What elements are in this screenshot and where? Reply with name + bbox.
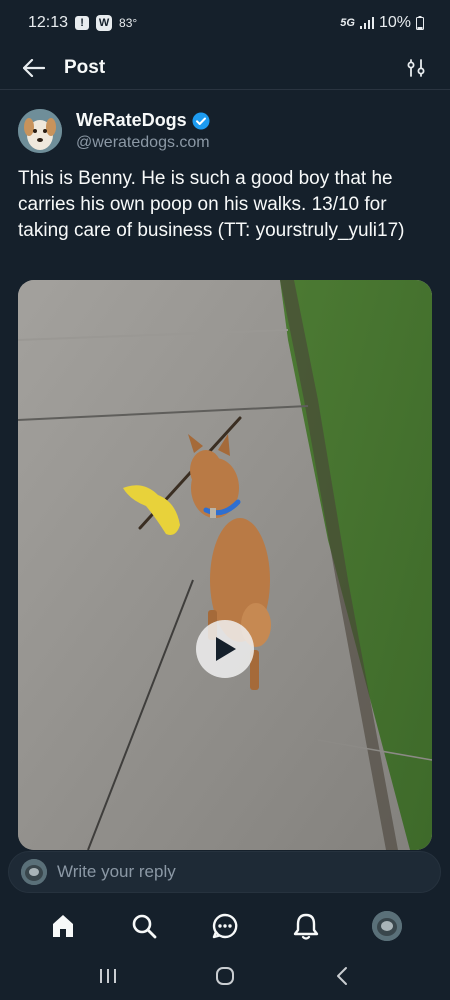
- messages-icon: [212, 913, 238, 939]
- play-icon: [216, 637, 236, 661]
- home-circle-icon: [215, 967, 234, 985]
- author-avatar[interactable]: [18, 109, 62, 153]
- alert-icon: !: [75, 16, 90, 30]
- nav-home[interactable]: [41, 904, 85, 948]
- system-nav: [0, 952, 450, 1000]
- page-title: Post: [64, 56, 106, 78]
- battery-percent: 10%: [378, 14, 411, 31]
- weather-app-icon: W: [96, 15, 113, 31]
- profile-avatar: [372, 911, 403, 941]
- author-handle[interactable]: @weratedogs.com: [76, 134, 210, 152]
- arrow-left-icon: [23, 58, 45, 77]
- status-time: 12:13: [28, 14, 69, 31]
- author-text: WeRateDogs @weratedogs.com: [76, 110, 210, 152]
- recent-apps-icon: [100, 969, 117, 983]
- author-name[interactable]: WeRateDogs: [76, 110, 187, 131]
- back-button[interactable]: [20, 54, 48, 82]
- post-header: Post: [0, 46, 450, 90]
- user-avatar-image: [21, 859, 47, 885]
- dog-avatar-image: [18, 109, 62, 153]
- video-thumbnail: [18, 280, 432, 850]
- reply-input[interactable]: [57, 862, 428, 882]
- nav-profile[interactable]: [365, 904, 409, 948]
- recent-apps-button[interactable]: [88, 956, 128, 996]
- network-type: 5G: [340, 17, 355, 29]
- profile-avatar-image: [372, 911, 403, 941]
- home-icon: [52, 915, 73, 937]
- verified-badge-icon: [192, 112, 210, 129]
- author-name-row: WeRateDogs: [76, 110, 210, 131]
- nav-notifications[interactable]: [284, 904, 328, 948]
- back-chevron-icon: [336, 967, 347, 985]
- signal-icon: [359, 17, 374, 29]
- nav-messages[interactable]: [203, 904, 247, 948]
- reply-bar: [8, 851, 441, 893]
- tweet-video[interactable]: [18, 280, 432, 850]
- battery-icon: [416, 16, 424, 30]
- system-home-button[interactable]: [205, 956, 245, 996]
- nav-search[interactable]: [122, 904, 166, 948]
- search-icon: [132, 914, 157, 939]
- settings-button[interactable]: [402, 54, 430, 82]
- user-avatar: [21, 859, 47, 885]
- system-back-button[interactable]: [322, 956, 362, 996]
- tweet-author[interactable]: WeRateDogs @weratedogs.com: [18, 107, 432, 155]
- status-bar: 12:13 ! W 83° 5G 10%: [0, 0, 450, 46]
- status-right: 5G 10%: [340, 14, 424, 32]
- status-left: 12:13 ! W 83°: [28, 14, 137, 32]
- play-button[interactable]: [196, 620, 254, 678]
- temperature: 83°: [119, 16, 138, 30]
- sliders-icon: [407, 58, 425, 77]
- notifications-icon: [293, 913, 319, 940]
- bottom-nav: [0, 900, 450, 952]
- tweet-text: This is Benny. He is such a good boy tha…: [18, 168, 405, 241]
